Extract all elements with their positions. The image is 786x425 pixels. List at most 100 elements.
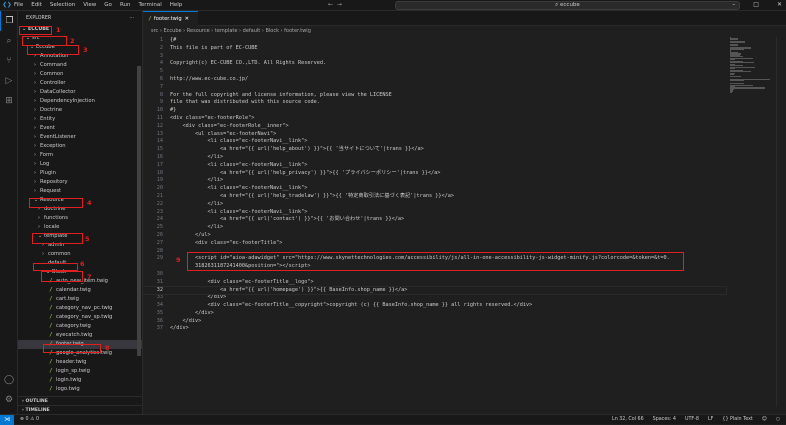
close-tab-icon[interactable]: ✕ [185,16,189,22]
file-item[interactable]: / category_nav_pc.twig [18,304,142,313]
timeline-section[interactable]: › TIMELINE [18,405,142,414]
file-item[interactable]: / eyecatch.twig [18,331,142,340]
code-line[interactable]: 27 <div class="ec-footerTitle"> [143,240,726,248]
code-line[interactable]: 32 <a href="{{ url('homepage') }}">{{ Ba… [142,285,727,296]
gear-icon[interactable]: ⚙ [0,390,18,410]
breadcrumb-item[interactable]: Block [265,28,279,34]
code-line[interactable]: 13 <ul class="ec-footerNavi"> [143,131,726,139]
folder-item[interactable]: › Log [18,160,142,169]
sidebar-scrollbar[interactable] [137,66,141,356]
folder-item[interactable]: › Form [18,151,142,160]
code-line[interactable]: 12 <div class="ec-footerRole__inner"> [143,123,726,131]
code-line[interactable]: 14 <li class="ec-footerNavi__link"> [143,138,726,146]
code-line[interactable]: 15 <a href="{{ url('help_about') }}">{{ … [143,146,726,154]
code-line[interactable]: 34 <div class="ec-footerTitle__copyright… [143,302,726,310]
code-line[interactable]: 30 [143,271,726,279]
code-line[interactable]: 9 file that was distributed with this sou… [143,99,726,107]
copilot-icon[interactable]: ☺ [762,417,767,422]
indentation[interactable]: Spaces: 4 [653,417,676,422]
code-line[interactable]: 6 http://www.ec-cube.co.jp/ [143,76,726,84]
extensions-icon[interactable]: ⊞ [0,91,18,111]
explorer-icon[interactable]: ❐ [0,11,18,31]
notifications-icon[interactable]: ○ [776,417,780,422]
breadcrumb-item[interactable]: Resource [187,28,210,34]
folder-item[interactable]: › Common [18,70,142,79]
nav-back-forward-icon[interactable]: ← → [328,1,342,8]
menu-help[interactable]: Help [170,2,183,8]
folder-item[interactable]: › Command [18,61,142,70]
menu-view[interactable]: View [83,2,96,8]
menu-edit[interactable]: Edit [31,2,42,8]
folder-item[interactable]: › Repository [18,178,142,187]
file-item[interactable]: / header.twig [18,358,142,367]
problems-indicator[interactable]: ⊗ 0 ⚠ 0 [20,417,39,422]
outline-section[interactable]: › OUTLINE [18,396,142,405]
encoding[interactable]: UTF-8 [685,417,699,422]
code-line[interactable]: 26 </ul> [143,232,726,240]
code-line[interactable]: 5 [143,68,726,76]
cursor-position[interactable]: Ln 32, Col 66 [612,417,644,422]
code-line[interactable]: 19 </li> [143,177,726,185]
folder-item[interactable]: › Event [18,124,142,133]
folder-item[interactable]: › EventListener [18,133,142,142]
minimap[interactable] [730,37,772,94]
code-line[interactable]: 10 #} [143,107,726,115]
code-line[interactable]: 24 <a href="{{ url('contact') }}">{{ 'お問… [143,216,726,224]
code-line[interactable]: 1 {# [143,37,726,45]
code-line[interactable]: 33 </div> [143,294,726,302]
folder-item[interactable]: › Controller [18,79,142,88]
folder-item[interactable]: › common [18,250,142,259]
code-line[interactable]: 11 <div class="ec-footerRole"> [143,115,726,123]
code-line[interactable]: 37 </div> [143,325,726,333]
code-line[interactable]: 18 <a href="{{ url('help_privacy') }}">{… [143,170,726,178]
folder-item[interactable]: › Request [18,187,142,196]
code-line[interactable]: 7 [143,84,726,92]
command-center-search[interactable]: ⌕ eccube [395,1,740,10]
maximize-icon[interactable]: □ [753,1,759,8]
editor-scrollbar[interactable] [776,37,784,407]
folder-item[interactable]: › DataCollector [18,88,142,97]
code-line[interactable]: 21 <a href="{{ url('help_tradelaw') }}">… [143,193,726,201]
breadcrumb-item[interactable]: default [243,28,261,34]
code-line[interactable]: 36 </div> [143,318,726,326]
more-actions-button[interactable]: ··· [129,16,134,21]
close-icon[interactable]: ✕ [777,1,782,8]
folder-item[interactable]: › Entity [18,115,142,124]
code-line[interactable]: 16 </li> [143,154,726,162]
folder-item[interactable]: › DependencyInjection [18,97,142,106]
code-line[interactable]: 31 <div class="ec-footerTitle__logo"> [143,279,726,287]
folder-item[interactable]: › functions [18,214,142,223]
remote-icon[interactable]: ⋊ [0,414,14,425]
menu-run[interactable]: Run [120,2,131,8]
folder-item[interactable]: › Plugin [18,169,142,178]
folder-item[interactable]: › Doctrine [18,106,142,115]
code-line[interactable]: 25 </li> [143,224,726,232]
code-line[interactable]: 35 </div> [143,310,726,318]
code-line[interactable]: 4 Copyright(c) EC-CUBE CO.,LTD. All Right… [143,60,726,68]
folder-item[interactable]: › Exception [18,142,142,151]
menu-go[interactable]: Go [104,2,112,8]
file-item[interactable]: / calendar.twig [18,286,142,295]
breadcrumb-item[interactable]: template [215,28,238,34]
file-item[interactable]: / login_sp.twig [18,367,142,376]
breadcrumb-item[interactable]: Eccube [164,28,182,34]
code-line[interactable]: 8 For the full copyright and license info… [143,92,726,100]
file-item[interactable]: / login.twig [18,376,142,385]
breadcrumb-item[interactable]: footer.twig [284,28,311,34]
menu-file[interactable]: File [14,2,23,8]
code-line[interactable]: 17 <li class="ec-footerNavi__link"> [143,162,726,170]
code-line[interactable]: 2 This file is part of EC-CUBE [143,45,726,53]
menu-selection[interactable]: Selection [50,2,75,8]
folder-item[interactable]: › locale [18,223,142,232]
file-item[interactable]: / category.twig [18,322,142,331]
file-item[interactable]: / logo.twig [18,385,142,394]
run-debug-icon[interactable]: ▷ [0,71,18,91]
minimize-icon[interactable]: – [732,1,735,8]
file-item[interactable]: / category_nav_sp.twig [18,313,142,322]
account-icon[interactable]: ◯ [0,370,18,390]
file-item[interactable]: / cart.twig [18,295,142,304]
tab-footer-twig[interactable]: / footer.twig ✕ [143,11,198,26]
line-ending[interactable]: LF [708,417,713,422]
code-line[interactable]: 22 </li> [143,201,726,209]
search-icon[interactable]: ⌕ [0,31,18,51]
